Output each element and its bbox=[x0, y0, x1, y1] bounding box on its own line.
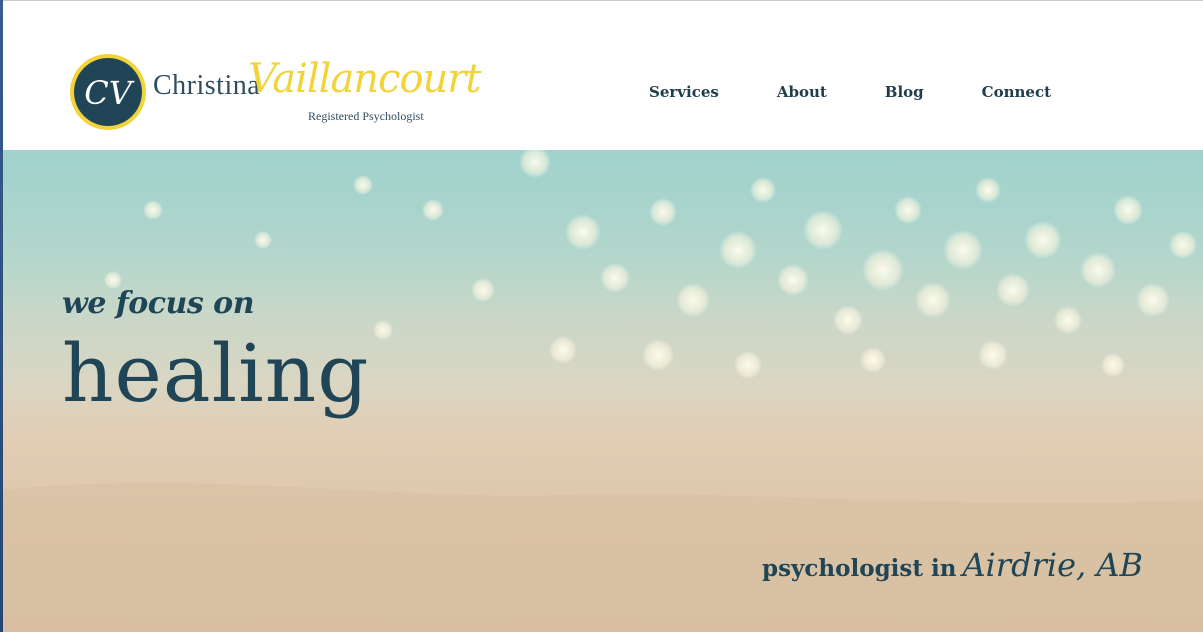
tagline-prefix: psychologist in bbox=[762, 555, 957, 582]
tagline-location: Airdrie, AB bbox=[962, 546, 1143, 584]
logo-subtitle: Registered Psychologist bbox=[308, 109, 424, 123]
nav-about[interactable]: About bbox=[777, 83, 827, 101]
logo-first-name: Christina bbox=[153, 70, 261, 101]
site-logo[interactable]: CV Christina Vaillancourt Registered Psy… bbox=[68, 50, 481, 134]
main-navigation: Services About Blog Connect bbox=[649, 83, 1051, 101]
monogram-text: CV bbox=[84, 74, 134, 112]
site-header: CV Christina Vaillancourt Registered Psy… bbox=[3, 1, 1203, 150]
hero-lead-text: we focus on bbox=[62, 286, 255, 321]
nav-services[interactable]: Services bbox=[649, 83, 719, 101]
nav-blog[interactable]: Blog bbox=[885, 83, 924, 101]
nav-connect[interactable]: Connect bbox=[982, 83, 1051, 101]
hero-section: we focus on healing psychologist in Airdr… bbox=[3, 150, 1203, 632]
hero-headline: healing bbox=[62, 327, 370, 420]
monogram-emblem: CV bbox=[70, 54, 146, 130]
hero-tagline: psychologist in Airdrie, AB bbox=[762, 546, 1143, 584]
logo-last-name: Vaillancourt bbox=[248, 56, 481, 102]
